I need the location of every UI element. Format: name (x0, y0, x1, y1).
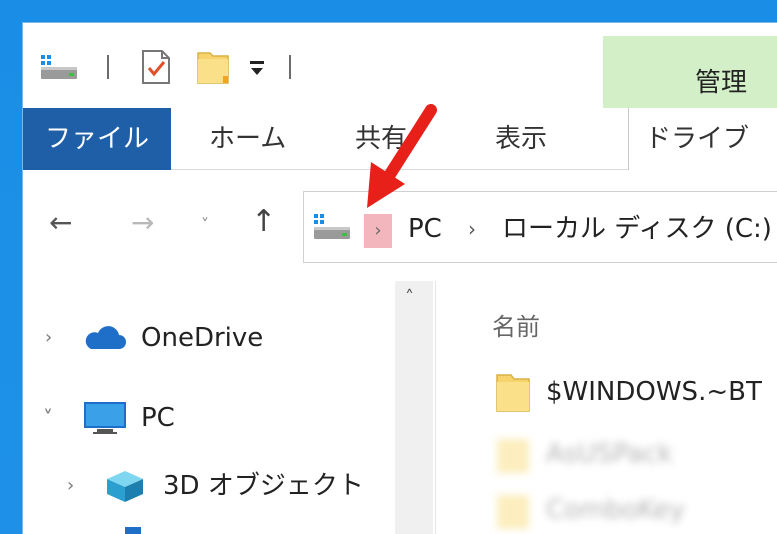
address-root-chevron[interactable]: › (364, 214, 392, 248)
expand-chevron-icon[interactable]: › (67, 461, 74, 511)
nav-item-onedrive[interactable]: › OneDrive (23, 313, 393, 363)
file-list-pane: 名前 $WINDOWS.~BT AsUSPack ComboKey (435, 281, 777, 534)
back-button[interactable]: ← (49, 209, 72, 237)
tab-file[interactable]: ファイル (23, 108, 171, 170)
drive-icon[interactable] (39, 53, 79, 81)
toolbar-separator (107, 55, 109, 79)
folder-icon (496, 374, 530, 412)
breadcrumb-pc[interactable]: PC (408, 212, 442, 246)
partial-item-icon (125, 527, 141, 534)
cloud-icon (85, 326, 126, 349)
file-name: $WINDOWS.~BT (546, 377, 762, 407)
up-button[interactable]: ↑ (251, 207, 276, 237)
scroll-up-icon[interactable]: ˄ (405, 287, 414, 308)
list-item[interactable]: ComboKey (496, 487, 777, 533)
file-explorer-window: 管理 ファイル ホーム 共有 表示 ドライブ ツー ← → ˅ ↑ › PC (22, 22, 777, 534)
nav-item-label: 3D オブジェクト (163, 471, 364, 501)
contextual-tab-group: 管理 (603, 36, 777, 108)
nav-item-pc[interactable]: ˅ PC (23, 393, 393, 443)
folder-icon (497, 495, 529, 529)
column-header-name[interactable]: 名前 (492, 307, 540, 342)
nav-item-label: PC (141, 403, 175, 433)
new-folder-icon[interactable] (197, 50, 229, 84)
tab-view[interactable]: 表示 (495, 108, 547, 170)
toolbar-separator (289, 55, 291, 79)
list-item[interactable]: AsUSPack (496, 431, 777, 477)
file-name: AsUSPack (546, 439, 673, 469)
list-item[interactable]: $WINDOWS.~BT (496, 369, 777, 415)
customize-dropdown-icon[interactable] (249, 59, 265, 79)
breadcrumb-local-disk[interactable]: ローカル ディスク (C:) (502, 212, 772, 246)
expand-chevron-icon[interactable]: › (45, 313, 52, 363)
recent-locations-button[interactable]: ˅ (201, 217, 209, 233)
tab-home[interactable]: ホーム (209, 108, 286, 170)
tab-drive-tools[interactable]: ドライブ ツー (628, 108, 777, 216)
monitor-icon (84, 402, 126, 434)
file-name: ComboKey (546, 495, 685, 525)
nav-pane-scrollbar[interactable]: ˄ (395, 281, 433, 534)
cube-icon (107, 471, 143, 502)
collapse-chevron-icon[interactable]: ˅ (43, 393, 53, 443)
nav-item-3d-objects[interactable]: › 3D オブジェクト (23, 461, 393, 511)
annotation-arrow-icon (367, 104, 437, 208)
drive-icon (314, 214, 350, 239)
navigation-pane: › OneDrive ˅ PC › 3D オブジェクト ˄ (23, 281, 435, 534)
breadcrumb-separator[interactable]: › (468, 212, 476, 246)
contextual-group-label: 管理 (695, 68, 748, 98)
folder-icon (497, 439, 529, 473)
forward-button[interactable]: → (131, 209, 154, 237)
nav-item-label: OneDrive (141, 323, 264, 353)
properties-icon[interactable] (141, 50, 171, 84)
